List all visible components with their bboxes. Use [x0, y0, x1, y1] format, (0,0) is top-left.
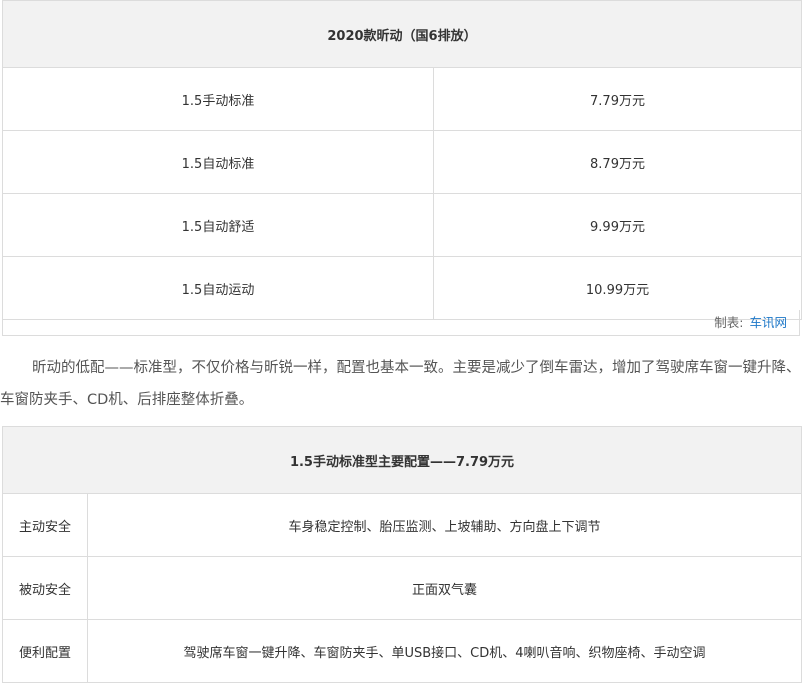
- table-row: 1.5自动标准 8.79万元: [2, 130, 802, 194]
- model-price: 9.99万元: [433, 193, 802, 257]
- spec-table-title: 1.5手动标准型主要配置——7.79万元: [2, 426, 802, 494]
- spec-category: 便利配置: [2, 619, 88, 683]
- table-row: 被动安全 正面双气囊: [2, 556, 802, 620]
- table-source-credit: 制表: 车讯网: [2, 310, 800, 336]
- table-row: 主动安全 车身稳定控制、胎压监测、上坡辅助、方向盘上下调节: [2, 493, 802, 557]
- model-name: 1.5自动舒适: [2, 193, 434, 257]
- model-name: 1.5自动标准: [2, 130, 434, 194]
- source-label: 制表:: [714, 315, 744, 330]
- model-price: 7.79万元: [433, 67, 802, 131]
- table-row: 1.5自动舒适 9.99万元: [2, 193, 802, 257]
- spec-table: 1.5手动标准型主要配置——7.79万元 主动安全 车身稳定控制、胎压监测、上坡…: [2, 426, 802, 683]
- spec-category: 被动安全: [2, 556, 88, 620]
- source-link[interactable]: 车讯网: [749, 315, 787, 330]
- table-row: 1.5手动标准 7.79万元: [2, 67, 802, 131]
- price-table: 2020款昕动（国6排放） 1.5手动标准 7.79万元 1.5自动标准 8.7…: [2, 0, 802, 320]
- spec-items: 正面双气囊: [87, 556, 802, 620]
- article-paragraph: 昕动的低配——标准型，不仅价格与昕锐一样，配置也基本一致。主要是减少了倒车雷达，…: [0, 360, 801, 408]
- model-name: 1.5手动标准: [2, 67, 434, 131]
- table-row: 便利配置 驾驶席车窗一键升降、车窗防夹手、单USB接口、CD机、4喇叭音响、织物…: [2, 619, 802, 683]
- spec-table-header-row: 1.5手动标准型主要配置——7.79万元: [2, 426, 802, 494]
- spec-category: 主动安全: [2, 493, 88, 557]
- model-price: 8.79万元: [433, 130, 802, 194]
- price-table-header-row: 2020款昕动（国6排放）: [2, 0, 802, 68]
- spec-items: 驾驶席车窗一键升降、车窗防夹手、单USB接口、CD机、4喇叭音响、织物座椅、手动…: [87, 619, 802, 683]
- spec-items: 车身稳定控制、胎压监测、上坡辅助、方向盘上下调节: [87, 493, 802, 557]
- price-table-title: 2020款昕动（国6排放）: [2, 0, 802, 68]
